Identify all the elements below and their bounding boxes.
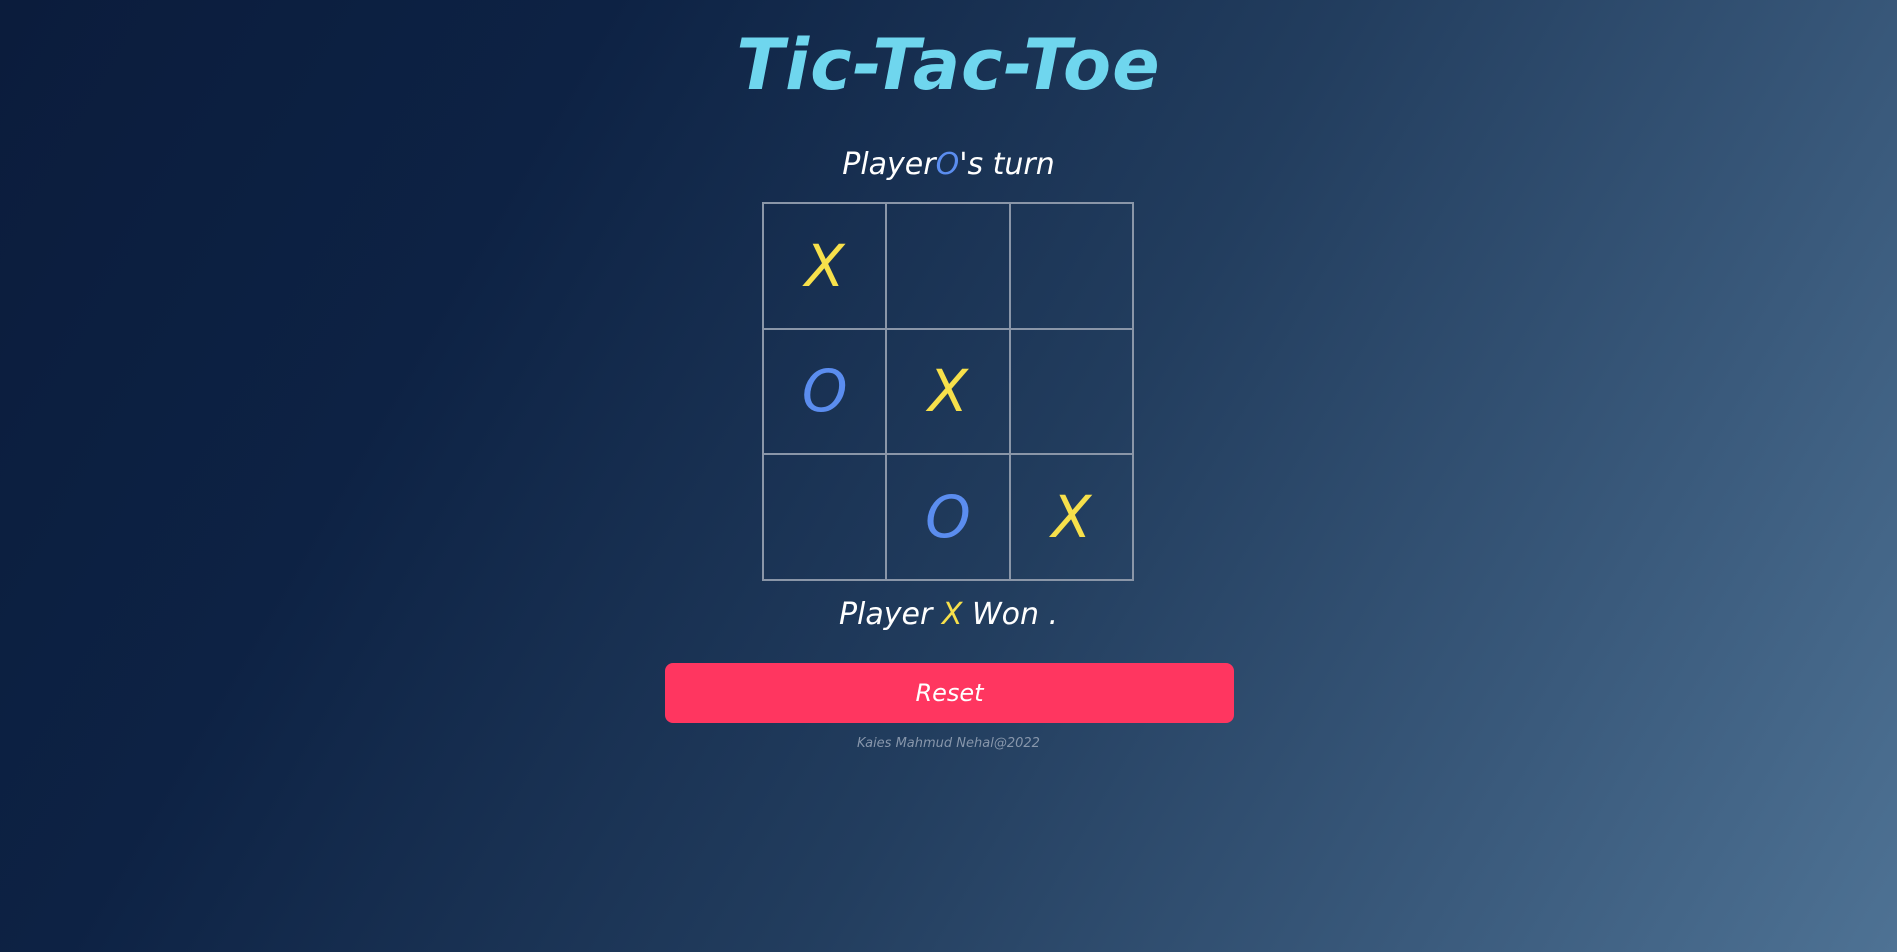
board-cell-6[interactable] [1009, 328, 1133, 455]
board-cell-2[interactable] [886, 203, 1010, 329]
board-cell-1[interactable]: X [763, 203, 887, 329]
board-cell-4[interactable]: O [763, 328, 887, 455]
game-board: X O X O X [762, 202, 1134, 581]
game-title: Tic-Tac-Toe [736, 24, 1161, 106]
board-cell-8[interactable]: O [886, 454, 1010, 580]
result-message: Player X Won . [0, 593, 1897, 637]
board-cell-3[interactable] [1009, 203, 1133, 329]
turn-indicator: PlayerO's turn [0, 143, 1897, 187]
result-suffix: Won . [962, 597, 1059, 632]
board-cell-7[interactable] [763, 454, 887, 580]
turn-suffix: 's turn [959, 147, 1055, 182]
reset-button[interactable]: Reset [665, 663, 1234, 723]
turn-prefix: Player [842, 147, 936, 182]
result-prefix: Player [838, 597, 942, 632]
result-mark: X [941, 597, 963, 632]
footer-credit: Kaies Mahmud Nehal@2022 [857, 736, 1040, 751]
turn-mark: O [935, 147, 960, 182]
board-cell-9[interactable]: X [1009, 454, 1133, 580]
board-cell-5[interactable]: X [886, 328, 1010, 455]
